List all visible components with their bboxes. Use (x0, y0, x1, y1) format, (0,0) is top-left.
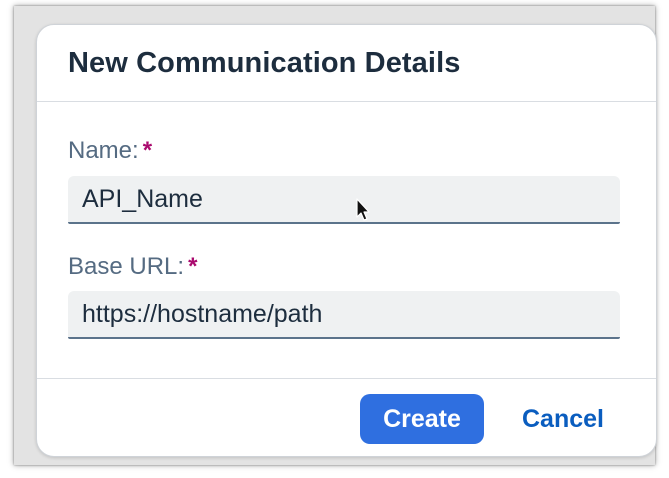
name-input[interactable]: API_Name (68, 176, 620, 224)
base-url-input[interactable]: https://hostname/path (68, 291, 620, 339)
cancel-button[interactable]: Cancel (505, 394, 621, 444)
dialog-title: New Communication Details (68, 47, 461, 79)
name-required-mark: * (142, 137, 153, 164)
dialog-header: New Communication Details (37, 25, 656, 102)
name-label: Name: * (68, 137, 152, 165)
dialog-footer: Create Cancel (37, 378, 656, 456)
base-url-label: Base URL: * (68, 253, 197, 281)
mouse-pointer-icon (356, 198, 370, 221)
new-communication-dialog: New Communication Details Name: * API_Nam… (36, 24, 657, 457)
base-url-required-mark: * (188, 253, 198, 280)
create-button[interactable]: Create (360, 394, 484, 444)
name-label-text: Name: (68, 137, 139, 164)
base-url-label-text: Base URL: (68, 253, 185, 280)
